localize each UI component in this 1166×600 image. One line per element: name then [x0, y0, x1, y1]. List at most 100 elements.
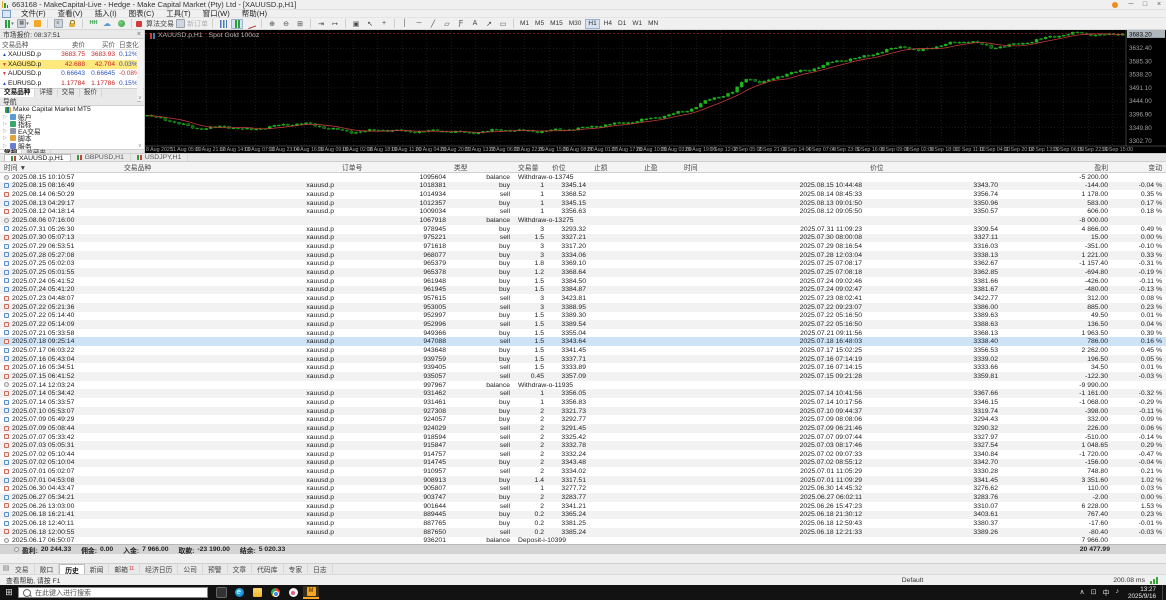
show-desktop-button[interactable] — [1162, 585, 1166, 600]
timeframe-D1[interactable]: D1 — [616, 19, 629, 29]
mw-row-EURUSD.p[interactable]: ▲EURUSD.p 1.17784 1.17786 0.15% — [0, 79, 139, 89]
history-row[interactable]: 2025.07.09 05:08:44 xauusd.p 924029 sell 2 32… — [0, 424, 1166, 433]
history-row[interactable]: 2025.07.18 09:25:14 xauusd.p 947088 sell 1.5… — [0, 337, 1166, 347]
bar-chart-icon[interactable] — [217, 19, 229, 29]
history-row[interactable]: 2025.07.24 05:41:20 xauusd.p 961945 buy 1.5 3… — [0, 285, 1166, 295]
history-row[interactable]: 2025.07.16 05:34:51 xauusd.p 939405 sell 1.5… — [0, 363, 1166, 372]
history-row[interactable]: 2025.07.28 05:27:08 xauusd.p 968077 buy 3 333… — [0, 250, 1166, 260]
history-row[interactable]: 2025.07.25 05:02:03 xauusd.p 965379 buy 1.8 3… — [0, 260, 1166, 269]
toolbox-tab-文章[interactable]: 文章 — [228, 564, 253, 574]
tray-icon-1[interactable]: ⊡ — [1091, 588, 1097, 598]
tray-icon-0[interactable]: ∧ — [1079, 588, 1084, 598]
menu-item-查看[interactable]: 查看(V) — [52, 9, 89, 18]
expand-icon[interactable]: ▷ — [3, 121, 8, 127]
connection-signal-icon[interactable] — [1149, 576, 1158, 584]
history-row[interactable]: 2025.07.25 05:01:55 xauusd.p 965378 buy 1.2 3… — [0, 268, 1166, 277]
minimize-button[interactable]: ─ — [1124, 0, 1138, 9]
toolbox-tab-经济日历[interactable]: 经济日历 — [140, 564, 179, 574]
toolbox-tab-历史[interactable]: 历史 — [59, 564, 85, 575]
taskbar-search-input[interactable]: 在此键入进行搜索 — [18, 587, 208, 598]
navigator-scrollbar[interactable]: ∨ — [137, 106, 143, 149]
expand-icon[interactable]: ▷ — [3, 135, 8, 141]
history-row[interactable]: 2025.07.30 05:07:13 xauusd.p 975221 sell 1.5… — [0, 233, 1166, 243]
depth-of-market-icon[interactable]: ≡ — [52, 19, 64, 29]
tray-icon-3[interactable]: ♪ — [1115, 588, 1119, 598]
history-row[interactable]: 2025.07.16 05:43:04 xauusd.p 939759 buy 1.5 3… — [0, 354, 1166, 364]
taskbar-button-explorer[interactable] — [249, 586, 265, 599]
mw-tab-详细[interactable]: 详细 — [35, 89, 58, 97]
timeframe-MN[interactable]: MN — [646, 19, 661, 29]
channel-icon[interactable]: ▱ — [441, 19, 453, 29]
history-row[interactable]: 2025.07.14 05:33:57 xauusd.p 931461 buy 1 335… — [0, 398, 1166, 407]
expand-icon[interactable]: ▷ — [3, 128, 8, 134]
toolbox-tab-代码库[interactable]: 代码库 — [252, 564, 284, 574]
history-row[interactable]: 2025.07.14 12:03:24 997967 balance Withdraw… — [0, 381, 1166, 390]
fibonacci-icon[interactable]: Ƒ — [455, 19, 467, 29]
expand-icon[interactable]: ▷ — [3, 143, 8, 149]
camera-icon[interactable]: ▣ — [350, 19, 362, 29]
timeframe-W1[interactable]: W1 — [630, 19, 645, 29]
mw-row-XAGUSD.p[interactable]: ▼XAGUSD.p 42.688 42.704 0.03% — [0, 59, 139, 69]
new-order-button[interactable]: 新订单 — [176, 19, 208, 29]
history-row[interactable]: 2025.06.18 12:40:11 xauusd.p 887765 buy 0.2 3… — [0, 519, 1166, 528]
history-row[interactable]: 2025.07.24 05:41:52 xauusd.p 961948 buy 1.5 3… — [0, 277, 1166, 286]
history-col-7-止盈[interactable]: 止盈 — [640, 162, 680, 173]
toolbox-tab-日志[interactable]: 日志 — [308, 564, 333, 574]
mw-row-AUDUSD.p[interactable]: ▼AUDUSD.p 0.66643 0.66645 -0.08% — [0, 69, 139, 79]
history-row[interactable]: 2025.06.26 13:03:00 xauusd.p 901644 sell 2 33… — [0, 502, 1166, 511]
candle-chart-icon[interactable] — [231, 18, 243, 29]
mw-col-日变化[interactable]: 日变化 — [117, 39, 139, 50]
history-row[interactable]: 2025.07.23 04:48:07 xauusd.p 957615 sell 3 34… — [0, 294, 1166, 303]
history-row[interactable]: 2025.07.22 05:14:09 xauusd.p 952996 sell 1.5… — [0, 320, 1166, 329]
timeframe-H4[interactable]: H4 — [601, 19, 614, 29]
history-row[interactable]: 2025.07.09 05:49:29 xauusd.p 924057 buy 2 329… — [0, 415, 1166, 424]
history-row[interactable]: 2025.07.10 05:53:07 xauusd.p 927308 buy 2 332… — [0, 406, 1166, 416]
horizontal-line-icon[interactable]: ─ — [413, 19, 425, 29]
expand-icon[interactable]: ▷ — [3, 114, 8, 120]
toolbox-tab-预警[interactable]: 预警 — [203, 564, 228, 574]
tray-icon-2[interactable]: 中 — [1102, 588, 1109, 598]
zoom-out-icon[interactable]: ⊖ — [280, 19, 292, 29]
market-watch-scrollbar[interactable]: ∨ — [137, 49, 143, 101]
chart-shift-icon[interactable]: ↦ — [329, 19, 341, 29]
history-row[interactable]: 2025.08.13 04:29:17 xauusd.p 1012357 buy 1 33… — [0, 198, 1166, 208]
history-row[interactable]: 2025.08.15 08:16:49 xauusd.p 1018381 buy 1 33… — [0, 181, 1166, 191]
taskbar-button-chrome[interactable] — [267, 586, 283, 599]
history-col-2-订单号[interactable]: 订单号 — [338, 162, 450, 173]
taskbar-button-task-view[interactable] — [213, 586, 229, 599]
taskbar-button-mt5[interactable]: M — [303, 586, 319, 599]
cloud-icon[interactable]: ☁ — [101, 19, 113, 29]
timeframe-M5[interactable]: M5 — [533, 19, 547, 29]
history-row[interactable]: 2025.07.15 06:41:52 xauusd.p 935057 sell 0.4… — [0, 372, 1166, 381]
mw-tab-交易[interactable]: 交易 — [58, 89, 80, 97]
algo-trading-button[interactable]: 算法交易 — [136, 19, 174, 29]
maximize-button[interactable]: □ — [1138, 0, 1152, 9]
toolbox-tab-新闻[interactable]: 新闻 — [85, 564, 110, 574]
toolbox-tab-公司[interactable]: 公司 — [178, 564, 203, 574]
crosshair-icon[interactable]: + — [378, 19, 390, 29]
cursor-icon[interactable]: ↖ — [364, 19, 376, 29]
timeframe-M30[interactable]: M30 — [566, 19, 584, 29]
start-button[interactable]: ⊞ — [0, 587, 18, 598]
vertical-line-icon[interactable]: │ — [399, 19, 411, 29]
history-row[interactable]: 2025.07.03 05:05:31 xauusd.p 915847 sell 2 33… — [0, 441, 1166, 450]
menu-item-帮助[interactable]: 帮助(H) — [236, 9, 273, 18]
history-row[interactable]: 2025.07.31 05:26:30 xauusd.p 978945 buy 3 329… — [0, 225, 1166, 234]
taskbar-clock[interactable]: 13:27 2025/9/16 — [1128, 586, 1156, 600]
history-col-0-时间[interactable]: 时间 ▼ — [0, 162, 120, 173]
chart-tab-XAUUSD.p,H1[interactable]: XAUUSD.p,H1 — [4, 154, 71, 162]
history-row[interactable]: 2025.06.27 05:34:21 xauusd.p 903747 buy 2 328… — [0, 493, 1166, 502]
history-row[interactable]: 2025.08.06 07:16:00 1067918 balance Withdra… — [0, 216, 1166, 225]
history-col-8-时间[interactable]: 时间 — [680, 162, 866, 173]
menu-item-图表[interactable]: 图表(C) — [123, 9, 160, 18]
lock-icon[interactable] — [66, 19, 78, 29]
history-col-1-交易品种[interactable]: 交易品种 — [120, 162, 338, 173]
mw-row-XAUUSD.p[interactable]: ▲XAUUSD.p 3683.75 3683.93 0.12% — [0, 50, 139, 60]
toolbox-tab-交易[interactable]: 交易 — [10, 564, 35, 574]
profile-selector[interactable]: Default — [902, 577, 924, 584]
toolbox-tab-邮箱[interactable]: 邮箱 11 — [109, 564, 141, 574]
history-row[interactable]: 2025.06.18 16:21:41 xauusd.p 889445 buy 0.2 3… — [0, 510, 1166, 520]
new-chart-button[interactable]: ▾ — [3, 19, 15, 29]
shapes-tool-icon[interactable]: ▭ — [497, 19, 509, 29]
history-row[interactable]: 2025.07.22 05:21:36 xauusd.p 953005 sell 3 33… — [0, 302, 1166, 312]
